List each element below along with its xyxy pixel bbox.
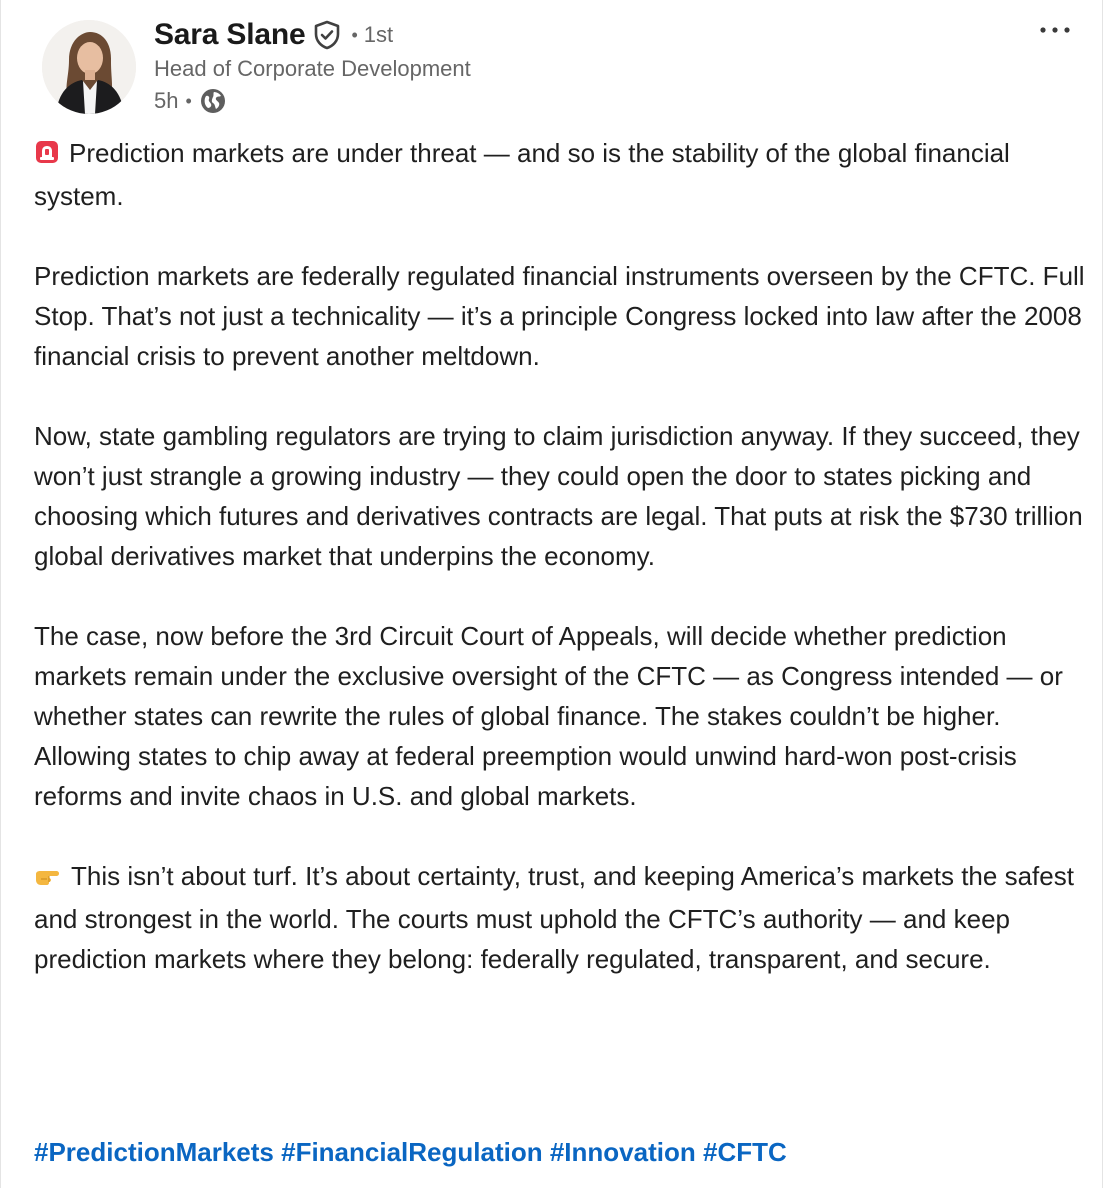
post-meta-row: 5h • <box>154 87 226 115</box>
author-headline: Head of Corporate Development <box>154 56 471 81</box>
verified-shield-icon[interactable] <box>313 20 341 50</box>
separator-dot: • <box>185 90 192 111</box>
hashtag-link[interactable]: #Innovation <box>550 1137 696 1167</box>
paragraph-text: The case, now before the 3rd Circuit Cou… <box>34 621 1063 811</box>
hashtag-link[interactable]: #PredictionMarkets <box>34 1137 274 1167</box>
rotating-light-emoji <box>34 136 60 176</box>
post-paragraph: The case, now before the 3rd Circuit Cou… <box>34 616 1089 816</box>
feed-post-card: Sara Slane • 1st Head of Corporate Devel… <box>0 0 1103 1188</box>
more-options-icon[interactable] <box>1035 18 1075 42</box>
post-body: Prediction markets are under threat — an… <box>34 133 1089 979</box>
hashtag-link[interactable]: #CFTC <box>703 1137 787 1167</box>
post-timestamp: 5h <box>154 88 179 113</box>
hashtag-list: #PredictionMarkets #FinancialRegulation … <box>34 1132 787 1172</box>
author-name[interactable]: Sara Slane <box>154 18 306 52</box>
paragraph-text: This isn’t about turf. It’s about certai… <box>34 861 1074 974</box>
post-paragraph: Now, state gambling regulators are tryin… <box>34 416 1089 576</box>
post-paragraph: Prediction markets are under threat — an… <box>34 133 1089 216</box>
backhand-index-pointing-right-emoji <box>34 859 62 899</box>
author-name-row: Sara Slane • 1st <box>154 17 393 53</box>
post-paragraph: This isn’t about turf. It’s about certai… <box>34 856 1089 979</box>
post-paragraph: Prediction markets are federally regulat… <box>34 256 1089 376</box>
author-avatar[interactable] <box>42 20 136 114</box>
globe-icon <box>200 88 226 114</box>
connection-degree: 1st <box>363 22 394 47</box>
separator-dot: • <box>351 24 358 45</box>
hashtag-link[interactable]: #FinancialRegulation <box>281 1137 543 1167</box>
paragraph-text: Prediction markets are federally regulat… <box>34 261 1085 371</box>
paragraph-text: Prediction markets are under threat — an… <box>34 138 1010 211</box>
paragraph-text: Now, state gambling regulators are tryin… <box>34 421 1083 571</box>
